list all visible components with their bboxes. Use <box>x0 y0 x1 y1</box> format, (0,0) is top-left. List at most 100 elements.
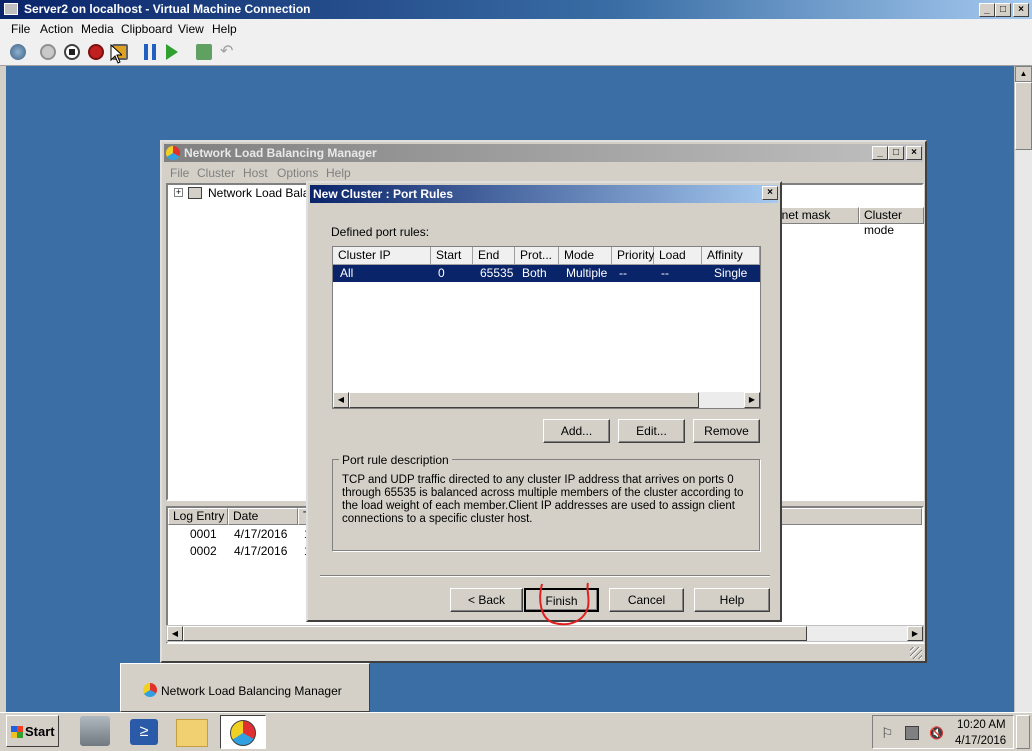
menu-clipboard[interactable]: Clipboard <box>121 22 172 36</box>
nlb-minimize-button[interactable]: _ <box>872 146 888 160</box>
cell-protocol: Both <box>522 266 547 280</box>
log-date: 4/17/2016 <box>234 544 288 558</box>
tree-expand-icon[interactable]: + <box>174 188 183 197</box>
snapshot-icon[interactable] <box>196 44 212 60</box>
vm-title-text: Server2 on localhost - Virtual Machine C… <box>24 2 311 16</box>
scroll-left-arrow-icon[interactable]: ◀ <box>167 626 183 641</box>
start-button[interactable]: Start <box>6 715 59 747</box>
add-rule-button[interactable]: Add... <box>543 419 610 443</box>
description-text: TCP and UDP traffic directed to any clus… <box>342 474 744 525</box>
start-icon[interactable] <box>40 44 56 60</box>
turn-off-icon[interactable] <box>64 44 80 60</box>
ctrl-alt-del-icon[interactable] <box>10 44 26 60</box>
menu-view[interactable]: View <box>178 22 204 36</box>
volume-muted-icon[interactable]: 🔇 <box>929 726 944 740</box>
menu-action[interactable]: Action <box>40 22 73 36</box>
column-header-end[interactable]: End <box>473 247 515 265</box>
explorer-folder-icon[interactable] <box>176 719 208 747</box>
nlb-taskbar-button[interactable] <box>220 715 266 749</box>
pause-icon[interactable] <box>144 44 160 60</box>
log-header-filler <box>780 508 922 525</box>
nlb-menu-cluster[interactable]: Cluster <box>197 166 235 180</box>
edit-rule-button[interactable]: Edit... <box>618 419 685 443</box>
column-header-cluster-ip[interactable]: Cluster IP address <box>333 247 431 279</box>
show-desktop-button[interactable] <box>1016 715 1030 749</box>
network-tree-icon <box>188 187 202 199</box>
table-row[interactable]: 0001 4/17/2016 1 <box>168 527 318 544</box>
dialog-title: New Cluster : Port Rules <box>313 187 454 201</box>
table-row-selected[interactable]: All 0 65535 Both Multiple -- -- Single <box>333 265 760 282</box>
cell-ip: All <box>340 266 354 280</box>
list-horizontal-scrollbar[interactable]: ◀ ▶ <box>333 392 760 408</box>
column-header-subnet[interactable]: bnet mask <box>774 207 859 224</box>
hscroll-thumb[interactable] <box>183 626 807 641</box>
menu-file[interactable]: File <box>11 22 30 36</box>
list-scroll-thumb[interactable] <box>349 392 699 408</box>
vm-maximize-button[interactable]: □ <box>995 3 1011 17</box>
cell-end: 65535 <box>480 266 514 280</box>
table-row[interactable]: 0002 4/17/2016 1 <box>168 544 318 561</box>
cell-mode: Multiple <box>566 266 608 280</box>
system-tray: ⚐ 🔇 10:20 AM 4/17/2016 <box>872 715 1014 749</box>
vm-close-button[interactable]: × <box>1013 3 1029 17</box>
scroll-up-arrow-icon[interactable]: ▲ <box>1015 66 1032 82</box>
action-center-flag-icon[interactable]: ⚐ <box>881 726 895 740</box>
taskbar: Start ≥ ⚐ 🔇 10:20 AM 4/17/2016 <box>0 712 1032 751</box>
clock-time[interactable]: 10:20 AM <box>957 719 1006 731</box>
column-header-mode[interactable]: Mode <box>559 247 612 265</box>
resume-icon[interactable] <box>166 44 178 60</box>
nlb-menu-file[interactable]: File <box>170 166 189 180</box>
dialog-close-button[interactable]: × <box>762 186 778 200</box>
nlb-menu-options[interactable]: Options <box>277 166 318 180</box>
scroll-right-arrow-icon[interactable]: ▶ <box>744 392 760 408</box>
menu-media[interactable]: Media <box>81 22 114 36</box>
scroll-thumb[interactable] <box>1015 82 1032 150</box>
back-button[interactable]: < Back <box>450 588 523 612</box>
cell-affinity: Single <box>714 266 748 280</box>
windows-logo-icon <box>11 726 23 738</box>
nlb-app-icon <box>166 146 180 160</box>
nlb-maximize-button[interactable]: □ <box>888 146 904 160</box>
remove-rule-button[interactable]: Remove <box>693 419 760 443</box>
mouse-cursor-icon <box>110 44 122 64</box>
cancel-button[interactable]: Cancel <box>609 588 684 612</box>
log-entry: 0001 <box>190 527 217 541</box>
server-manager-icon[interactable] <box>80 716 110 746</box>
column-header-log-entry[interactable]: Log Entry <box>168 508 228 525</box>
nlb-close-button[interactable]: × <box>906 146 922 160</box>
start-label: Start <box>25 724 55 739</box>
powershell-icon[interactable]: ≥ <box>130 719 158 745</box>
column-header-start[interactable]: Start <box>431 247 473 265</box>
clock-date[interactable]: 4/17/2016 <box>955 735 1006 747</box>
rule-description-group: Port rule description TCP and UDP traffi… <box>332 453 760 551</box>
column-header-affinity[interactable]: Affinity <box>702 247 760 265</box>
nlb-app-icon <box>143 683 157 697</box>
column-header-priority[interactable]: Priority <box>612 247 654 265</box>
dialog-separator <box>320 575 770 577</box>
column-header-date[interactable]: Date <box>228 508 298 525</box>
port-rules-list[interactable]: Cluster IP address Start End Prot... Mod… <box>332 246 761 409</box>
nlb-menu-host[interactable]: Host <box>243 166 268 180</box>
cell-start: 0 <box>438 266 445 280</box>
scroll-right-arrow-icon[interactable]: ▶ <box>907 626 923 641</box>
vm-vertical-scrollbar[interactable]: ▲ <box>1014 66 1032 712</box>
menu-help[interactable]: Help <box>212 22 237 36</box>
column-header-load[interactable]: Load <box>654 247 702 265</box>
nlb-title-text: Network Load Balancing Manager <box>184 146 377 160</box>
shutdown-icon[interactable] <box>88 44 104 60</box>
vm-minimize-button[interactable]: _ <box>979 3 995 17</box>
port-rules-dialog: New Cluster : Port Rules × Defined port … <box>306 181 782 626</box>
help-button[interactable]: Help <box>694 588 770 612</box>
tree-root-label[interactable]: Network Load Balanc <box>208 185 322 201</box>
cluster-tree-pane: + Network Load Balanc <box>166 183 322 501</box>
scroll-left-arrow-icon[interactable]: ◀ <box>333 392 349 408</box>
cell-load: -- <box>661 266 669 280</box>
column-header-cluster-mode[interactable]: Cluster mode <box>859 207 924 237</box>
resize-grip-icon[interactable] <box>910 647 922 659</box>
nlb-menu-help[interactable]: Help <box>326 166 351 180</box>
column-header-protocol[interactable]: Prot... <box>515 247 559 265</box>
network-icon[interactable] <box>905 726 919 740</box>
taskbar-thumbnail-popup[interactable]: Network Load Balancing Manager <box>120 663 370 712</box>
revert-icon[interactable]: ↶ <box>220 44 236 60</box>
cell-priority: -- <box>619 266 627 280</box>
